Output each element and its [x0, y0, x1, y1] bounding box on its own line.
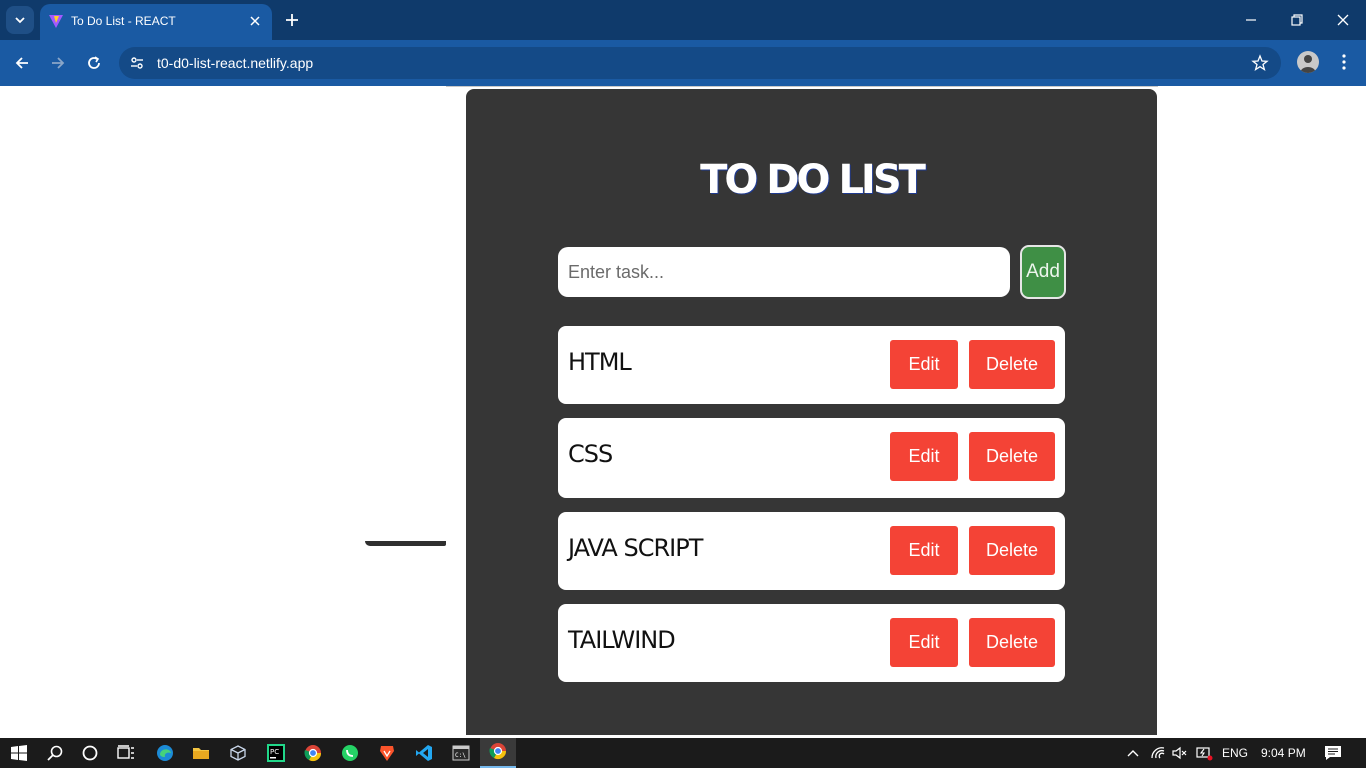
- cortana-circle-icon: [82, 745, 98, 761]
- cortana-button[interactable]: [79, 742, 101, 764]
- chrome-app-icon[interactable]: [302, 742, 324, 764]
- cube-icon: [230, 745, 246, 761]
- whatsapp-app-icon[interactable]: [339, 742, 361, 764]
- input-language[interactable]: ENG: [1222, 746, 1248, 760]
- address-bar[interactable]: t0-d0-list-react.netlify.app: [119, 47, 1281, 79]
- add-task-button[interactable]: Add: [1020, 245, 1066, 299]
- delete-button[interactable]: Delete: [969, 340, 1055, 389]
- close-window-button[interactable]: [1331, 8, 1355, 32]
- edge-icon: [157, 745, 173, 761]
- vite-logo-icon: [49, 15, 63, 28]
- browser-toolbar: t0-d0-list-react.netlify.app: [0, 40, 1366, 86]
- site-settings-icon: [131, 57, 143, 69]
- restore-icon: [1291, 14, 1303, 26]
- restore-button[interactable]: [1285, 8, 1309, 32]
- todo-item: TAILWIND Edit Delete: [558, 604, 1065, 682]
- battery-tray-button[interactable]: [1193, 742, 1215, 764]
- search-taskbar-button[interactable]: [44, 742, 66, 764]
- delete-button[interactable]: Delete: [969, 432, 1055, 481]
- todo-app-card: TO DO LIST Add HTML Edit Delete CSS Edit…: [466, 89, 1157, 735]
- chrome-icon: [304, 745, 322, 762]
- tab-search-button[interactable]: [6, 6, 34, 34]
- search-icon: [47, 745, 63, 761]
- avatar-icon: [1300, 55, 1316, 73]
- edit-button[interactable]: Edit: [890, 618, 958, 667]
- profile-avatar[interactable]: [1297, 51, 1319, 73]
- notification-center-button[interactable]: [1322, 742, 1344, 764]
- network-tray-button[interactable]: [1147, 742, 1169, 764]
- windows-logo-icon: [11, 745, 27, 761]
- chevron-up-icon: [1127, 750, 1139, 757]
- file-explorer-app-icon[interactable]: [190, 742, 212, 764]
- windows-taskbar: PC C:\ ENG 9:04 PM: [0, 738, 1366, 768]
- todo-item: JAVA SCRIPT Edit Delete: [558, 512, 1065, 590]
- plus-icon: [286, 14, 298, 26]
- task-view-icon: [117, 745, 134, 759]
- folder-icon: [193, 748, 209, 759]
- forward-button[interactable]: [46, 51, 70, 75]
- notification-icon: [1325, 746, 1341, 760]
- task-view-button[interactable]: [115, 742, 137, 764]
- brave-app-icon[interactable]: [376, 742, 398, 764]
- back-button[interactable]: [10, 51, 34, 75]
- pycharm-app-icon[interactable]: PC: [265, 742, 287, 764]
- wifi-icon: [1151, 747, 1165, 759]
- todo-item-text: HTML: [568, 348, 632, 376]
- vscode-icon: [416, 745, 432, 761]
- virtualbox-app-icon[interactable]: [227, 742, 249, 764]
- todo-item-text: CSS: [568, 440, 613, 468]
- clock-time[interactable]: 9:04 PM: [1261, 746, 1306, 760]
- app-title: TO DO LIST: [700, 157, 926, 203]
- terminal-icon: C:\: [452, 745, 470, 761]
- start-button[interactable]: [8, 742, 30, 764]
- volume-tray-button[interactable]: [1169, 742, 1191, 764]
- reload-button[interactable]: [82, 51, 106, 75]
- close-icon: [250, 16, 260, 26]
- edit-button[interactable]: Edit: [890, 340, 958, 389]
- browser-tab-strip: To Do List - REACT: [0, 0, 1366, 40]
- brave-lion-icon: [380, 746, 394, 761]
- chrome-active-app[interactable]: [480, 738, 516, 768]
- whatsapp-icon: [342, 745, 358, 761]
- page-top-divider: [446, 86, 1158, 88]
- task-input[interactable]: [558, 247, 1010, 297]
- decorative-bar: [365, 541, 446, 546]
- tray-overflow-button[interactable]: [1122, 742, 1144, 764]
- vscode-app-icon[interactable]: [413, 742, 435, 764]
- edge-app-icon[interactable]: [154, 742, 176, 764]
- delete-button[interactable]: Delete: [969, 526, 1055, 575]
- todo-item-text: TAILWIND: [568, 626, 676, 654]
- volume-muted-icon: [1172, 746, 1187, 760]
- browser-tab[interactable]: To Do List - REACT: [40, 4, 272, 40]
- todo-item: CSS Edit Delete: [558, 418, 1065, 498]
- arrow-right-icon: [52, 57, 65, 69]
- browser-menu-button[interactable]: [1334, 51, 1354, 73]
- svg-text:PC: PC: [270, 748, 279, 756]
- chevron-down-icon: [15, 17, 25, 24]
- reload-icon: [88, 56, 100, 69]
- close-icon: [1337, 14, 1349, 26]
- minimize-button[interactable]: [1239, 8, 1263, 32]
- edit-button[interactable]: Edit: [890, 432, 958, 481]
- battery-charging-icon: [1196, 747, 1213, 761]
- page-viewport: TO DO LIST Add HTML Edit Delete CSS Edit…: [0, 86, 1366, 738]
- edit-button[interactable]: Edit: [890, 526, 958, 575]
- bookmark-star-icon[interactable]: [1251, 54, 1269, 72]
- svg-text:C:\: C:\: [455, 752, 466, 759]
- new-tab-button[interactable]: [282, 10, 302, 30]
- tab-close-button[interactable]: [246, 12, 264, 30]
- tab-title: To Do List - REACT: [71, 14, 176, 28]
- todo-item-text: JAVA SCRIPT: [568, 534, 703, 562]
- delete-button[interactable]: Delete: [969, 618, 1055, 667]
- arrow-left-icon: [15, 57, 28, 69]
- pycharm-icon: PC: [267, 744, 285, 762]
- more-vert-icon: [1342, 54, 1346, 70]
- chrome-icon: [489, 743, 507, 760]
- terminal-app-icon[interactable]: C:\: [450, 742, 472, 764]
- url-text: t0-d0-list-react.netlify.app: [157, 55, 314, 71]
- todo-list: HTML Edit Delete CSS Edit Delete JAVA SC…: [558, 326, 1065, 696]
- todo-item: HTML Edit Delete: [558, 326, 1065, 404]
- minimize-icon: [1246, 19, 1256, 21]
